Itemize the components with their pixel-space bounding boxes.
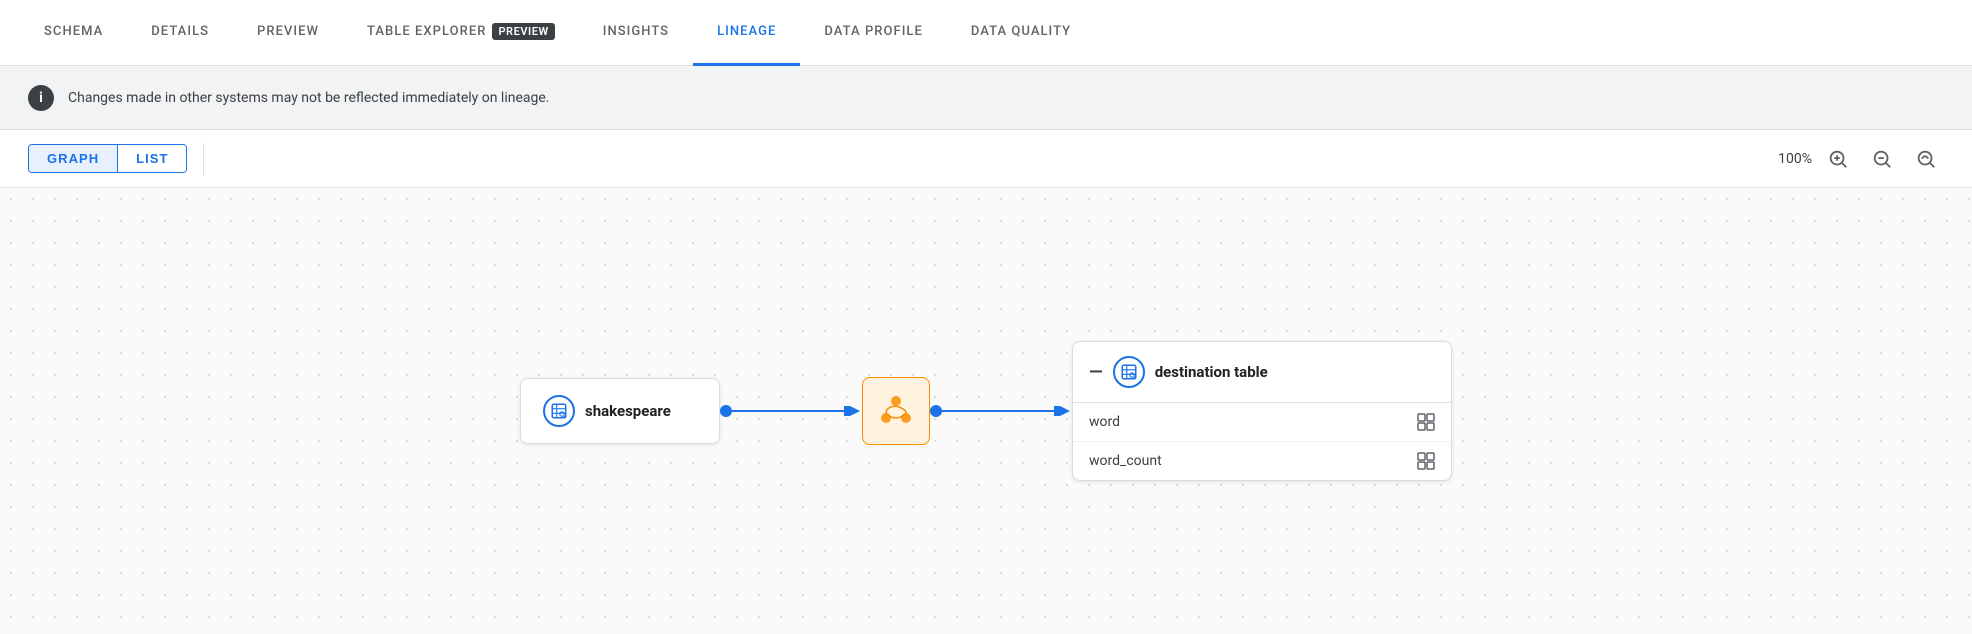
zoom-out-icon <box>1871 148 1893 170</box>
dest-table-icon <box>1120 363 1138 381</box>
field-row-word[interactable]: word <box>1073 403 1451 442</box>
tab-bar: SCHEMA DETAILS PREVIEW TABLE EXPLORER PR… <box>0 0 1972 66</box>
destination-node-header: — destination table <box>1073 342 1451 403</box>
table-link-icon-word <box>1417 413 1435 431</box>
tab-preview-label: PREVIEW <box>257 24 319 39</box>
transform-node[interactable] <box>862 377 930 445</box>
lineage-graph: shakespeare <box>520 341 1452 481</box>
zoom-reset-button[interactable] <box>1908 141 1944 177</box>
tab-schema-label: SCHEMA <box>44 24 103 39</box>
connector-dot-2 <box>930 405 942 417</box>
info-banner: i Changes made in other systems may not … <box>0 66 1972 130</box>
table-search-icon <box>550 402 568 420</box>
tab-data-quality[interactable]: DATA QUALITY <box>947 1 1095 66</box>
zoom-percent: 100% <box>1768 151 1812 167</box>
tab-lineage-label: LINEAGE <box>717 24 776 39</box>
tab-details[interactable]: DETAILS <box>127 1 233 66</box>
source-node[interactable]: shakespeare <box>520 378 720 444</box>
tab-schema[interactable]: SCHEMA <box>20 1 127 66</box>
connector-2 <box>930 405 1072 417</box>
tab-data-profile-label: DATA PROFILE <box>824 24 922 39</box>
field-word-icon <box>1417 413 1435 431</box>
arrow-line-2 <box>942 406 1072 416</box>
view-toggle-group: GRAPH LIST <box>28 144 187 173</box>
tab-table-explorer[interactable]: TABLE EXPLORER PREVIEW <box>343 1 579 66</box>
transform-icon <box>878 393 914 429</box>
destination-node[interactable]: — destination table word <box>1072 341 1452 481</box>
zoom-out-button[interactable] <box>1864 141 1900 177</box>
dest-dash-icon: — <box>1089 362 1103 383</box>
tab-table-explorer-label: TABLE EXPLORER <box>367 24 486 39</box>
graph-button[interactable]: GRAPH <box>29 145 118 172</box>
banner-text: Changes made in other systems may not be… <box>68 90 550 106</box>
tab-lineage[interactable]: LINEAGE <box>693 1 800 66</box>
connector-1 <box>720 405 862 417</box>
arrow-line-1 <box>732 406 862 416</box>
destination-node-label: destination table <box>1155 363 1268 381</box>
tab-details-label: DETAILS <box>151 24 209 39</box>
view-controls: GRAPH LIST 100% <box>0 130 1972 188</box>
tab-data-profile[interactable]: DATA PROFILE <box>800 1 946 66</box>
controls-divider <box>203 143 204 175</box>
table-link-icon-count <box>1417 452 1435 470</box>
zoom-in-icon <box>1827 148 1849 170</box>
zoom-in-button[interactable] <box>1820 141 1856 177</box>
zoom-controls: 100% <box>1768 141 1944 177</box>
tab-insights-label: INSIGHTS <box>603 24 669 39</box>
field-word-label: word <box>1089 414 1120 430</box>
tab-data-quality-label: DATA QUALITY <box>971 24 1071 39</box>
list-button[interactable]: LIST <box>118 145 186 172</box>
field-row-word-count[interactable]: word_count <box>1073 442 1451 480</box>
tab-table-explorer-badge: PREVIEW <box>492 23 554 40</box>
canvas-area[interactable]: shakespeare <box>0 188 1972 634</box>
info-icon: i <box>28 85 54 111</box>
dest-node-icon <box>1113 356 1145 388</box>
tab-insights[interactable]: INSIGHTS <box>579 1 693 66</box>
connector-dot-1 <box>720 405 732 417</box>
source-node-label: shakespeare <box>585 402 671 420</box>
tab-preview[interactable]: PREVIEW <box>233 1 343 66</box>
source-node-icon <box>543 395 575 427</box>
field-word-count-label: word_count <box>1089 453 1162 469</box>
field-word-count-icon <box>1417 452 1435 470</box>
zoom-reset-icon <box>1915 148 1937 170</box>
